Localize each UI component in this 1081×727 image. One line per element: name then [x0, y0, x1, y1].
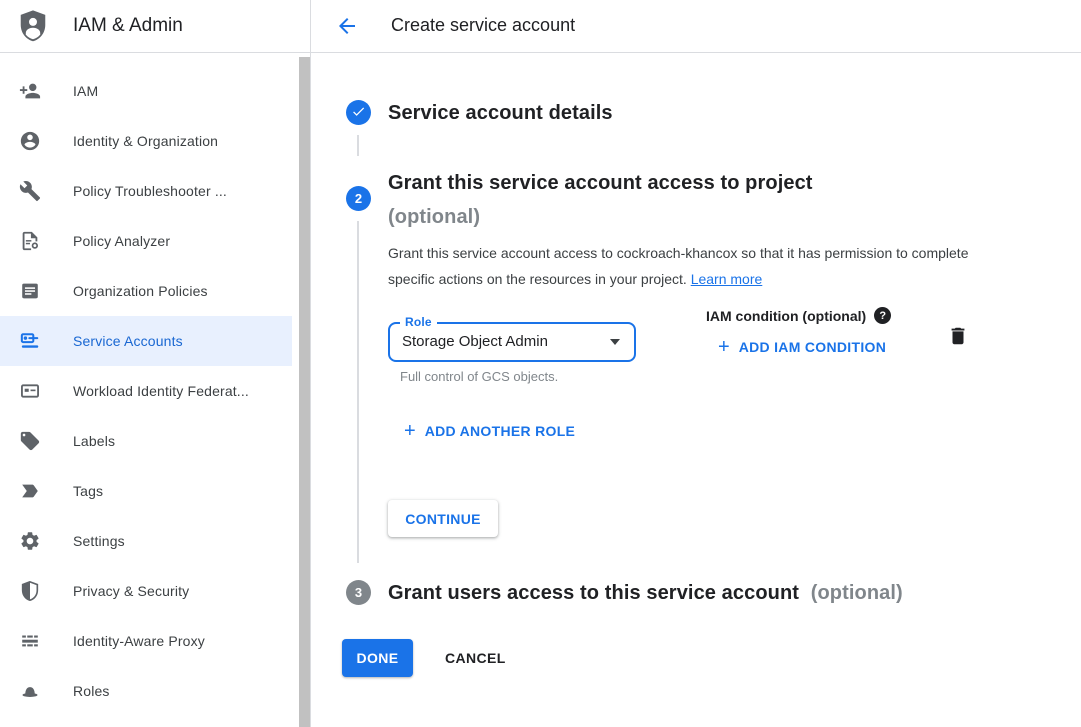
sidebar-item-policy-analyzer[interactable]: Policy Analyzer: [0, 216, 292, 266]
step2-description-text: Grant this service account access to coc…: [388, 245, 969, 287]
main-panel: Create service account Service account d…: [311, 0, 1081, 727]
sidebar-item-label: Policy Analyzer: [73, 233, 170, 249]
back-button[interactable]: [333, 13, 361, 41]
sidebar-item-label: Policy Troubleshooter ...: [73, 183, 227, 199]
sidebar-nav: IAM Identity & Organization Policy Troub…: [0, 53, 292, 716]
add-iam-condition-label: ADD IAM CONDITION: [739, 339, 886, 355]
document-icon: [18, 279, 42, 303]
shield-half-icon: [18, 579, 42, 603]
step1-completed-indicator: [346, 100, 371, 125]
sidebar-item-identity-organization[interactable]: Identity & Organization: [0, 116, 292, 166]
sidebar-item-label: Privacy & Security: [73, 583, 189, 599]
plus-icon: +: [404, 421, 416, 441]
label-icon: [18, 429, 42, 453]
page-title: Create service account: [391, 0, 575, 51]
step-connector: [357, 221, 359, 563]
done-button[interactable]: DONE: [342, 639, 413, 677]
question-glyph: ?: [879, 310, 886, 322]
step2-title: Grant this service account access to pro…: [388, 168, 813, 198]
sidebar-item-service-accounts[interactable]: Service Accounts: [0, 316, 292, 366]
step3-title-text: Grant users access to this service accou…: [388, 582, 799, 604]
sidebar-item-tags[interactable]: Tags: [0, 466, 292, 516]
account-circle-icon: [18, 129, 42, 153]
person-add-icon: [18, 79, 42, 103]
iam-condition-label: IAM condition (optional): [706, 308, 866, 324]
cancel-button[interactable]: CANCEL: [435, 640, 516, 676]
step3-title-optional: (optional): [811, 582, 903, 604]
sidebar-item-label: Tags: [73, 483, 103, 499]
sidebar-item-identity-aware-proxy[interactable]: Identity-Aware Proxy: [0, 616, 292, 666]
sidebar-header: IAM & Admin: [0, 0, 310, 53]
step3-number: 3: [355, 585, 362, 600]
add-another-role-button[interactable]: + ADD ANOTHER ROLE: [404, 421, 575, 441]
sidebar-item-labels[interactable]: Labels: [0, 416, 292, 466]
iam-admin-shield-icon: [17, 9, 49, 45]
check-icon: [351, 104, 366, 122]
sidebar-item-label: IAM: [73, 83, 98, 99]
sidebar-item-policy-troubleshooter[interactable]: Policy Troubleshooter ...: [0, 166, 292, 216]
role-selected-value: Storage Object Admin: [402, 324, 548, 360]
arrow-back-icon: [335, 26, 359, 41]
step2-description: Grant this service account access to coc…: [388, 241, 973, 292]
hat-icon: [18, 679, 42, 703]
sidebar-item-organization-policies[interactable]: Organization Policies: [0, 266, 292, 316]
gcp-console-window: IAM & Admin IAM Identity & Organization …: [0, 0, 1081, 727]
policy-analyzer-icon: [18, 229, 42, 253]
step2-number: 2: [355, 191, 362, 206]
step-connector: [357, 135, 359, 156]
step3-indicator: 3: [346, 580, 371, 605]
sidebar-item-privacy-security[interactable]: Privacy & Security: [0, 566, 292, 616]
sidebar-item-settings[interactable]: Settings: [0, 516, 292, 566]
step1-title: Service account details: [388, 98, 613, 128]
continue-button[interactable]: CONTINUE: [388, 500, 498, 537]
sidebar-item-label: Labels: [73, 433, 115, 449]
role-select[interactable]: Role Storage Object Admin: [388, 322, 636, 362]
sidebar-item-label: Identity-Aware Proxy: [73, 633, 205, 649]
add-another-role-label: ADD ANOTHER ROLE: [425, 423, 576, 439]
sidebar-item-workload-identity-federation[interactable]: Workload Identity Federat...: [0, 366, 292, 416]
tag-arrow-icon: [18, 479, 42, 503]
sidebar-item-label: Service Accounts: [73, 333, 183, 349]
step2-indicator: 2: [346, 186, 371, 211]
product-title: IAM & Admin: [73, 0, 183, 51]
sidebar-item-label: Settings: [73, 533, 125, 549]
trash-icon: [947, 335, 969, 350]
iam-condition-header: IAM condition (optional) ?: [706, 307, 891, 324]
dropdown-caret-icon: [610, 339, 620, 345]
sidebar-scrollbar-thumb[interactable]: [299, 57, 310, 727]
sidebar: IAM & Admin IAM Identity & Organization …: [0, 0, 311, 727]
gear-icon: [18, 529, 42, 553]
add-iam-condition-button[interactable]: + ADD IAM CONDITION: [718, 337, 886, 357]
help-icon[interactable]: ?: [874, 307, 891, 324]
service-account-icon: [18, 329, 42, 353]
step2-title-optional: (optional): [388, 202, 480, 232]
wrench-icon: [18, 179, 42, 203]
sidebar-item-label: Roles: [73, 683, 110, 699]
sidebar-item-iam[interactable]: IAM: [0, 66, 292, 116]
sidebar-item-label: Workload Identity Federat...: [73, 383, 249, 399]
role-helper-text: Full control of GCS objects.: [400, 369, 558, 384]
proxy-grid-icon: [18, 629, 42, 653]
sidebar-item-label: Organization Policies: [73, 283, 208, 299]
sidebar-item-label: Identity & Organization: [73, 133, 218, 149]
page-topbar: Create service account: [311, 0, 1081, 53]
learn-more-link[interactable]: Learn more: [691, 271, 763, 287]
card-icon: [18, 379, 42, 403]
plus-icon: +: [718, 337, 730, 357]
sidebar-item-roles[interactable]: Roles: [0, 666, 292, 716]
delete-role-button[interactable]: [945, 324, 971, 350]
step3-title: Grant users access to this service accou…: [388, 578, 903, 608]
